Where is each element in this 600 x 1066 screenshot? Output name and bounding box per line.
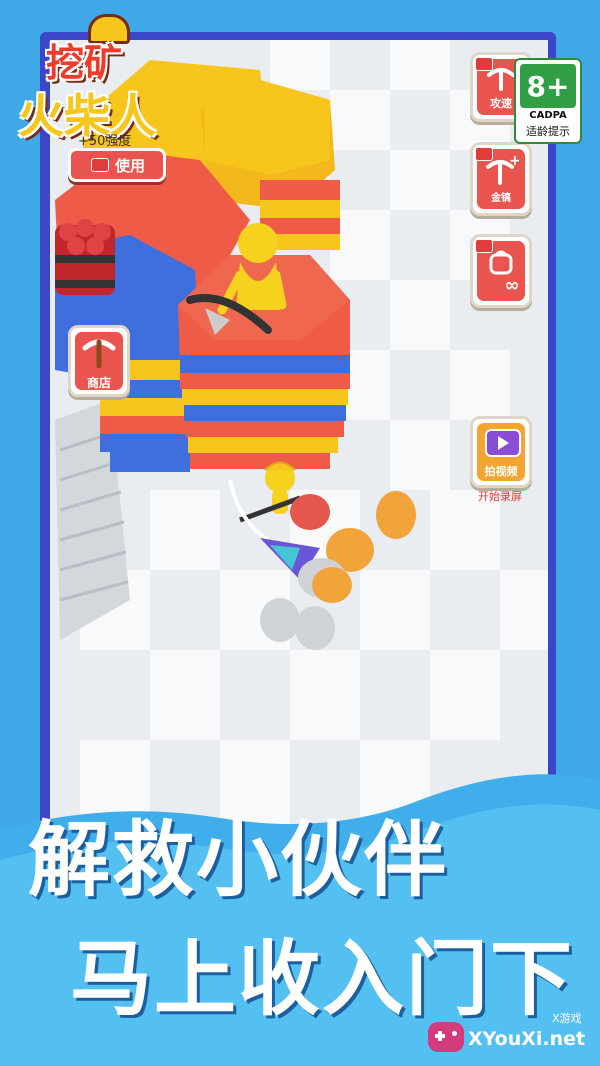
watermark-small: X游戏 <box>552 1012 582 1025</box>
backpack-icon <box>489 250 513 275</box>
shop-button[interactable]: 商店 <box>68 325 130 397</box>
gold-pickaxe-label: 金镐 <box>491 193 511 204</box>
age-rating-label: 适龄提示 <box>526 125 570 138</box>
pickaxe-icon <box>82 339 116 368</box>
gold-pickaxe-button[interactable]: + 金镐 <box>470 142 532 216</box>
record-video-label: 拍视频 <box>484 465 518 478</box>
banner-line1: 解救小伙伴 <box>28 813 449 908</box>
record-hint: 开始录屏 <box>478 490 522 503</box>
age-rating-value-box: 8+ <box>520 64 576 108</box>
watermark-site: XYouXi.net <box>468 1028 586 1050</box>
use-button[interactable]: 使用 <box>68 148 166 182</box>
gamepad-icon <box>428 1022 464 1052</box>
watermark: X游戏 XYouXi.net <box>428 1010 596 1060</box>
record-video-button[interactable]: 拍视频 <box>470 416 532 488</box>
infinite-backpack-button[interactable]: ∞ <box>470 234 532 308</box>
game-logo: 挖矿 火柴人 <box>14 14 174 144</box>
age-rating-org: CADPA <box>529 110 567 121</box>
svg-text:+: + <box>509 155 519 169</box>
infinite-label: ∞ <box>504 275 520 296</box>
gold-pickaxe-icon: + <box>486 155 519 185</box>
play-icon <box>498 436 509 450</box>
tv-icon <box>485 429 521 457</box>
logo-line1: 挖矿 <box>46 41 123 85</box>
shop-button-label: 商店 <box>86 376 111 390</box>
use-button-label: 使用 <box>115 157 146 175</box>
age-rating-value: 8+ <box>526 70 570 103</box>
video-icon <box>91 158 109 172</box>
dynamite-bundle <box>55 219 115 295</box>
pickaxe-icon <box>487 68 515 91</box>
age-rating-badge: 8+ CADPA 适龄提示 <box>514 58 582 144</box>
strength-bonus-label: +50强度 <box>78 134 132 149</box>
